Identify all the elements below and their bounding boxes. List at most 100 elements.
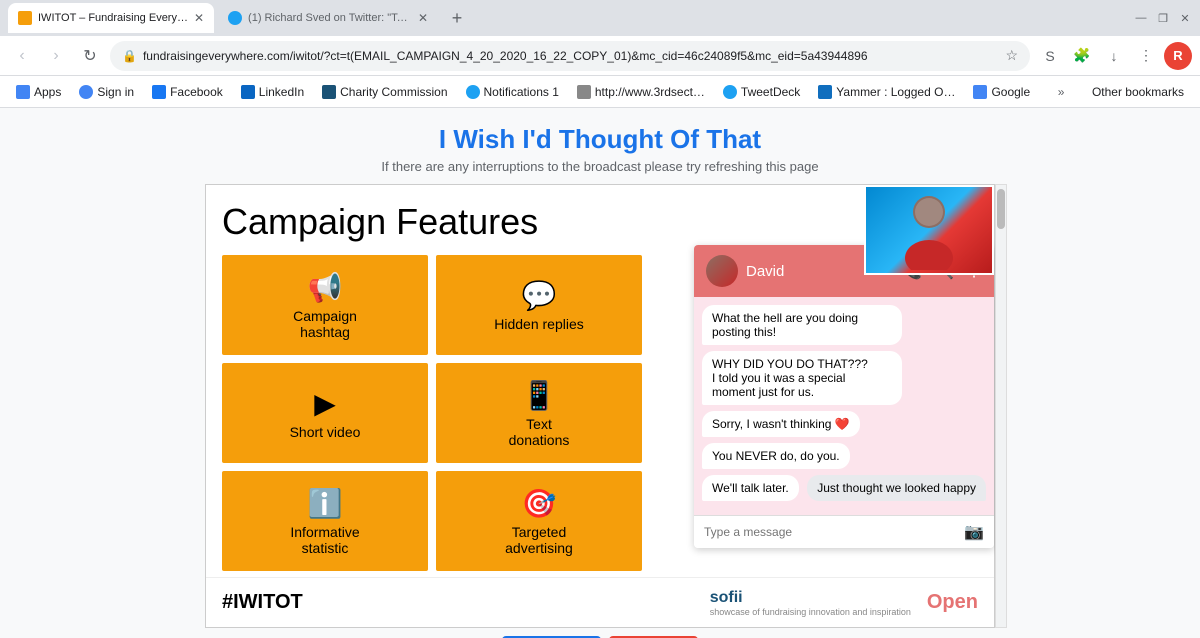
bookmark-signin[interactable]: Sign in [71, 81, 142, 103]
feature-hidden-replies: 💬 Hidden replies [436, 255, 642, 355]
twitter-favicon [466, 85, 480, 99]
sofii-logo: sofii [710, 589, 743, 607]
sofii-tagline: showcase of fundraising innovation and i… [710, 607, 911, 617]
tab-iwitot[interactable]: IWITOT – Fundraising Every… ✕ [8, 3, 214, 33]
webcam-feed [866, 187, 992, 273]
bookmark-star-icon[interactable]: ☆ [1005, 47, 1018, 64]
hidden-replies-icon: 💬 [522, 279, 557, 312]
bookmark-notifications-label: Notifications 1 [484, 85, 559, 99]
apps-favicon [16, 85, 30, 99]
page-subtitle: If there are any interruptions to the br… [381, 159, 818, 174]
text-donations-icon: 📱 [522, 379, 557, 412]
informative-statistic-label: Informativestatistic [290, 524, 359, 556]
minimize-button[interactable]: — [1134, 11, 1148, 25]
extensions-icon[interactable]: 🧩 [1068, 42, 1096, 70]
google-favicon [973, 85, 987, 99]
title-bar: IWITOT – Fundraising Every… ✕ (1) Richar… [0, 0, 1200, 36]
short-video-icon: ▶ [314, 387, 336, 420]
chat-message-1: What the hell are you doing posting this… [702, 305, 986, 345]
maximize-button[interactable]: ❐ [1156, 11, 1170, 25]
toolbar-icons: S 🧩 ↓ ⋮ R [1036, 42, 1192, 70]
message-bubble-6: We'll talk later. [702, 475, 799, 501]
url-bar[interactable]: 🔒 fundraisingeverywhere.com/iwitot/?ct=t… [110, 41, 1030, 71]
hidden-replies-label: Hidden replies [494, 316, 584, 332]
bookmark-tweetdeck[interactable]: TweetDeck [715, 81, 808, 103]
bookmark-facebook[interactable]: Facebook [144, 81, 231, 103]
camera-icon[interactable]: 📷 [964, 522, 984, 542]
bookmark-notifications[interactable]: Notifications 1 [458, 81, 567, 103]
chat-contact-avatar [706, 255, 738, 287]
settings-icon[interactable]: ⋮ [1132, 42, 1160, 70]
close-button[interactable]: ✕ [1178, 11, 1192, 25]
bookmark-apps-label: Apps [34, 85, 61, 99]
feature-short-video: ▶ Short video [222, 363, 428, 463]
tab-close-iwitot[interactable]: ✕ [194, 11, 204, 25]
bookmark-google[interactable]: Google [965, 81, 1038, 103]
feature-targeted-advertising: 🎯 Targetedadvertising [436, 471, 642, 571]
features-grid: 📢 Campaignhashtag 💬 Hidden replies ▶ Sho… [222, 255, 642, 571]
chat-avatar-image [706, 255, 738, 287]
skype-icon[interactable]: S [1036, 42, 1064, 70]
bookmark-yammer-label: Yammer : Logged O… [836, 85, 955, 99]
tab-favicon-iwitot [18, 11, 32, 25]
url-actions: ☆ [1005, 47, 1018, 64]
bookmarks-bar: Apps Sign in Facebook LinkedIn Charity C… [0, 76, 1200, 108]
open-logo: Open [927, 591, 978, 614]
tab-close-twitter[interactable]: ✕ [418, 11, 428, 25]
bookmark-charity[interactable]: Charity Commission [314, 81, 455, 103]
other-bookmarks[interactable]: Other bookmarks [1084, 81, 1192, 103]
bottom-logos: sofii showcase of fundraising innovation… [710, 589, 978, 617]
main-content: I Wish I'd Thought Of That If there are … [0, 108, 1200, 638]
message-bubble-4: You NEVER do, do you. [702, 443, 850, 469]
bookmark-tweetdeck-label: TweetDeck [741, 85, 800, 99]
message-bubble-3: Sorry, I wasn't thinking ❤️ [702, 411, 860, 437]
profile-avatar[interactable]: R [1164, 42, 1192, 70]
signin-favicon [79, 85, 93, 99]
campaign-hashtag-icon: 📢 [308, 271, 343, 304]
bookmark-yammer[interactable]: Yammer : Logged O… [810, 81, 963, 103]
chat-message-4: You NEVER do, do you. [702, 443, 986, 469]
linkedin-favicon [241, 85, 255, 99]
webcam-box [864, 185, 994, 275]
sofii-branding: sofii showcase of fundraising innovation… [710, 589, 911, 617]
text-donations-label: Textdonations [509, 416, 570, 448]
new-tab-button[interactable]: + [442, 3, 472, 33]
chat-input-field[interactable] [704, 525, 964, 539]
bookmark-linkedin[interactable]: LinkedIn [233, 81, 312, 103]
tweetdeck-favicon [723, 85, 737, 99]
url-text: fundraisingeverywhere.com/iwitot/?ct=t(E… [143, 49, 999, 63]
hashtag-label: #IWITOT [222, 591, 303, 614]
scrollbar-thumb[interactable] [997, 189, 1005, 229]
bookmark-3rdsect-label: http://www.3rdsect… [595, 85, 705, 99]
tab-title-twitter: (1) Richard Sved on Twitter: "To h… [248, 12, 412, 24]
bookmark-3rdsect[interactable]: http://www.3rdsect… [569, 81, 713, 103]
targeted-advertising-label: Targetedadvertising [505, 524, 573, 556]
bookmark-apps[interactable]: Apps [8, 81, 69, 103]
message-bubble-2: WHY DID YOU DO THAT???I told you it was … [702, 351, 902, 405]
forward-button[interactable]: › [42, 42, 70, 70]
informative-statistic-icon: ℹ️ [308, 487, 343, 520]
chat-overlay: David 📞 🔍 ⋮ What the hell are you doing … [694, 245, 994, 548]
bookmark-linkedin-label: LinkedIn [259, 85, 304, 99]
3rdsect-favicon [577, 85, 591, 99]
feature-informative-statistic: ℹ️ Informativestatistic [222, 471, 428, 571]
address-bar: ‹ › ↻ 🔒 fundraisingeverywhere.com/iwitot… [0, 36, 1200, 76]
back-button[interactable]: ‹ [8, 42, 36, 70]
reload-button[interactable]: ↻ [76, 42, 104, 70]
more-bookmarks[interactable]: » [1052, 81, 1071, 103]
downloads-icon[interactable]: ↓ [1100, 42, 1128, 70]
scrollbar[interactable] [995, 184, 1007, 628]
tab-twitter[interactable]: (1) Richard Sved on Twitter: "To h… ✕ [218, 3, 438, 33]
lock-icon: 🔒 [122, 49, 137, 63]
facebook-favicon [152, 85, 166, 99]
chat-messages: What the hell are you doing posting this… [694, 297, 994, 515]
yammer-favicon [818, 85, 832, 99]
slide-bottom-bar: #IWITOT sofii showcase of fundraising in… [206, 577, 994, 627]
feature-text-donations: 📱 Textdonations [436, 363, 642, 463]
bookmark-signin-label: Sign in [97, 85, 134, 99]
targeted-advertising-icon: 🎯 [522, 487, 557, 520]
tab-title-iwitot: IWITOT – Fundraising Every… [38, 12, 188, 24]
message-bubble-5: Just thought we looked happy [807, 475, 986, 501]
tab-favicon-twitter [228, 11, 242, 25]
bookmark-google-label: Google [991, 85, 1030, 99]
